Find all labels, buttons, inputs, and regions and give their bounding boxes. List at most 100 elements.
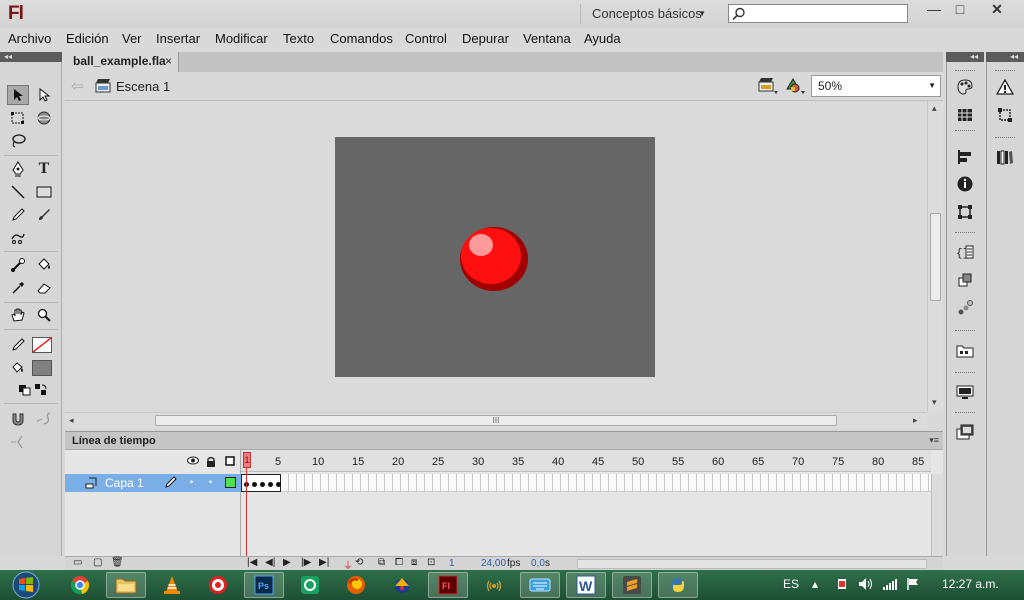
pencil-tool-icon[interactable]: [7, 205, 29, 225]
language-indicator[interactable]: ES: [783, 577, 799, 591]
horizontal-scroll-thumb[interactable]: III: [155, 415, 837, 426]
target-icon[interactable]: [198, 572, 238, 598]
start-button[interactable]: [6, 570, 46, 600]
onion-skin-icon[interactable]: ⧉: [378, 557, 385, 568]
fill-color-swatch[interactable]: [31, 358, 53, 378]
swatches-panel-icon[interactable]: [955, 105, 975, 125]
menu-ayuda[interactable]: Ayuda: [584, 31, 621, 46]
frames-area[interactable]: 5 10 15 20 25 30 35 40 45 50 55 60 65 70…: [241, 450, 931, 556]
tray-app-icon[interactable]: [835, 577, 849, 594]
playhead-marker[interactable]: 1: [243, 452, 251, 468]
frame-row[interactable]: [241, 474, 931, 492]
outline-icon[interactable]: [225, 456, 235, 469]
color-panel-icon[interactable]: [955, 77, 975, 97]
close-tab-icon[interactable]: ×: [165, 52, 172, 71]
stage-vertical-scrollbar[interactable]: ▴ ▾: [927, 101, 943, 412]
network-signal-icon[interactable]: [882, 577, 898, 594]
menu-ver[interactable]: Ver: [122, 31, 142, 46]
stage-canvas[interactable]: [335, 137, 655, 377]
3d-rotation-tool-icon[interactable]: [33, 108, 55, 128]
library-books-panel-icon[interactable]: [995, 147, 1015, 167]
swap-colors-icon[interactable]: [30, 380, 52, 400]
firefox-icon[interactable]: [336, 572, 376, 598]
back-arrow-icon[interactable]: ⇦: [71, 77, 84, 95]
action-center-flag-icon[interactable]: [906, 577, 920, 594]
app-icon-2[interactable]: [382, 572, 422, 598]
panel-grip[interactable]: [995, 70, 1015, 73]
stroke-color-icon[interactable]: [7, 335, 29, 355]
layer-visible-dot[interactable]: •: [190, 477, 193, 487]
keyframe-dot[interactable]: [268, 482, 273, 487]
panel-grip[interactable]: [955, 330, 975, 333]
search-input[interactable]: [728, 4, 908, 23]
ball-graphic[interactable]: [459, 226, 529, 292]
elapsed-time[interactable]: 0,0: [531, 558, 545, 569]
stage-horizontal-scrollbar[interactable]: ◂ III ▸: [65, 412, 927, 428]
vlc-icon[interactable]: [152, 572, 192, 598]
output-panel-icon[interactable]: [955, 382, 975, 402]
layer-row[interactable]: Capa 1 • •: [65, 474, 241, 492]
zoom-tool-icon[interactable]: [33, 305, 55, 325]
lasso-tool-icon[interactable]: [7, 131, 29, 151]
menu-depurar[interactable]: Depurar: [462, 31, 509, 46]
tools-collapse-bar[interactable]: ◂◂: [0, 52, 62, 62]
play-icon[interactable]: ▶: [283, 557, 291, 568]
edit-symbols-icon[interactable]: [785, 77, 807, 98]
text-tool-icon[interactable]: T: [33, 159, 55, 179]
layer-outline-color[interactable]: [225, 477, 236, 488]
zoom-select[interactable]: 50% ▼: [811, 75, 941, 97]
keyframe-dot[interactable]: [276, 482, 281, 487]
workspace-switcher[interactable]: Conceptos básicos ▼: [580, 4, 718, 24]
free-transform-tool-icon[interactable]: [7, 108, 29, 128]
onion-markers-icon[interactable]: ⊡: [427, 557, 435, 568]
vertical-scroll-thumb[interactable]: [930, 213, 941, 301]
close-button[interactable]: ✕: [974, 0, 1020, 20]
python-icon[interactable]: [658, 572, 698, 598]
new-layer-icon[interactable]: ▭: [73, 557, 82, 568]
chrome-icon[interactable]: [60, 572, 100, 598]
layer-lock-dot[interactable]: •: [209, 477, 212, 487]
info-panel-icon[interactable]: [955, 174, 975, 194]
pen-tool-icon[interactable]: [7, 159, 29, 179]
menu-control[interactable]: Control: [405, 31, 447, 46]
eraser-tool-icon[interactable]: [33, 278, 55, 298]
scroll-down-icon[interactable]: ▾: [932, 397, 937, 408]
panel1-collapse-bar[interactable]: ◂◂: [946, 52, 984, 62]
last-frame-icon[interactable]: ▶|: [319, 557, 329, 568]
word-icon[interactable]: W: [566, 572, 606, 598]
new-folder-icon[interactable]: ▢: [93, 557, 102, 568]
paint-bucket-tool-icon[interactable]: [33, 255, 55, 275]
panel-grip[interactable]: [955, 232, 975, 235]
menu-modificar[interactable]: Modificar: [215, 31, 268, 46]
playhead[interactable]: 1: [243, 450, 251, 556]
timeline-horizontal-scrollbar[interactable]: [577, 559, 927, 569]
menu-insertar[interactable]: Insertar: [156, 31, 200, 46]
show-hide-eye-icon[interactable]: [187, 456, 199, 468]
keyboard-icon[interactable]: [520, 572, 560, 598]
snap-magnet-icon[interactable]: [7, 409, 29, 429]
selection-tool-icon[interactable]: [7, 85, 29, 105]
code-snippets-panel-icon[interactable]: {}: [955, 242, 975, 262]
network-icon[interactable]: [474, 572, 514, 598]
onion-outline-icon[interactable]: ⧠: [395, 557, 403, 568]
show-hidden-icons-icon[interactable]: ▴: [812, 577, 818, 591]
edit-scene-icon[interactable]: [758, 77, 780, 98]
components-panel-icon[interactable]: [955, 270, 975, 290]
taskbar-clock[interactable]: 12:27 a.m.: [942, 577, 999, 591]
step-forward-icon[interactable]: |▶: [301, 557, 311, 568]
bone-tool-icon[interactable]: [7, 255, 29, 275]
transform-panel-icon[interactable]: [955, 202, 975, 222]
menu-comandos[interactable]: Comandos: [330, 31, 393, 46]
panel-menu-icon[interactable]: ▾≡: [929, 435, 939, 446]
sublime-icon[interactable]: [612, 572, 652, 598]
maximize-button[interactable]: □: [948, 0, 972, 20]
deco-tool-icon[interactable]: [7, 228, 29, 248]
frame-rate[interactable]: 24,00: [481, 558, 506, 569]
menu-edicion[interactable]: Edición: [66, 31, 109, 46]
align-panel-icon[interactable]: [955, 147, 975, 167]
minimize-button[interactable]: —: [922, 0, 946, 20]
loop-icon[interactable]: ⟲: [355, 557, 363, 568]
panel-grip[interactable]: [955, 70, 975, 73]
menu-archivo[interactable]: Archivo: [8, 31, 51, 46]
photoshop-icon[interactable]: Ps: [244, 572, 284, 598]
